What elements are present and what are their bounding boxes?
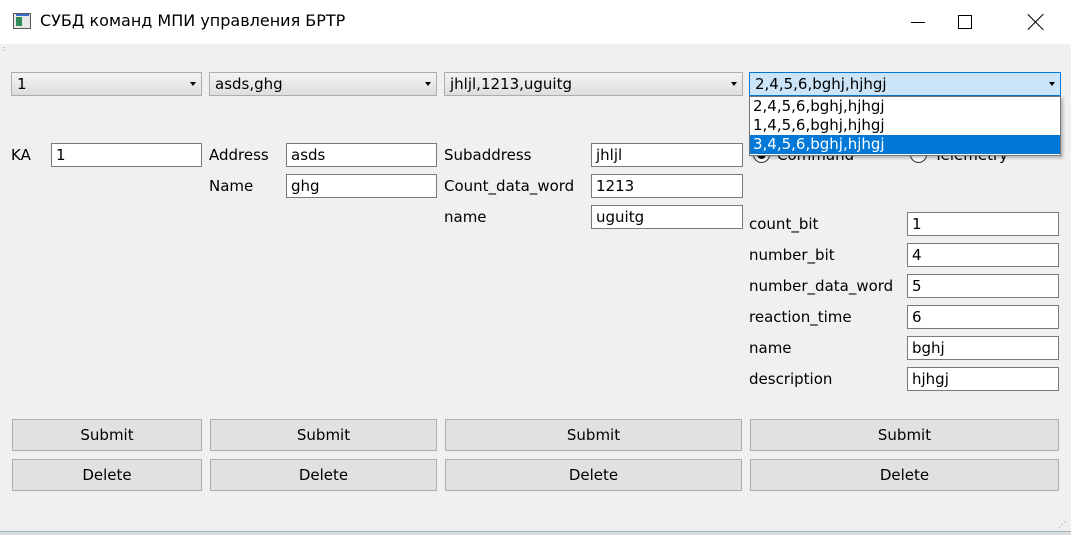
count-data-word-field[interactable]: 1213 [591, 174, 743, 198]
delete-address-button[interactable]: Delete [210, 459, 437, 491]
subaddress-combo-value: jhljl,1213,uguitg [450, 75, 572, 93]
minimize-icon [911, 21, 925, 23]
delete-ka-button[interactable]: Delete [12, 459, 202, 491]
number-data-word-label: number_data_word [749, 277, 894, 295]
chevron-down-icon [1049, 82, 1055, 86]
chevron-down-icon [425, 82, 431, 86]
address-label: Address [209, 146, 269, 164]
name-field[interactable]: ghg [286, 174, 437, 198]
address-field[interactable]: asds [286, 143, 437, 167]
subaddress-combo[interactable]: jhljl,1213,uguitg [444, 72, 743, 96]
submit-command-button[interactable]: Submit [750, 419, 1059, 451]
number-data-word-field[interactable]: 5 [907, 274, 1059, 298]
subaddress-name-field[interactable]: uguitg [591, 205, 743, 229]
submit-address-button[interactable]: Submit [210, 419, 437, 451]
dropdown-option-highlighted[interactable]: 3,4,5,6,bghj,hjhgj [750, 135, 1060, 154]
delete-subaddress-button[interactable]: Delete [445, 459, 742, 491]
status-bar [0, 531, 1071, 535]
command-name-field[interactable]: bghj [907, 336, 1059, 360]
subaddress-field[interactable]: jhljl [591, 143, 743, 167]
chevron-down-icon [190, 82, 196, 86]
subaddress-label: Subaddress [444, 146, 532, 164]
command-name-label: name [749, 339, 792, 357]
address-combo[interactable]: asds,ghg [209, 72, 437, 96]
resize-grip-icon[interactable]: ⋰ [1058, 521, 1068, 531]
close-button[interactable] [1013, 0, 1059, 44]
maximize-icon [958, 15, 972, 29]
address-combo-value: asds,ghg [215, 75, 283, 93]
count-data-word-label: Count_data_word [444, 177, 575, 195]
ka-field[interactable]: 1 [51, 143, 202, 167]
reaction-time-label: reaction_time [749, 308, 852, 326]
close-icon [1027, 13, 1045, 31]
subaddress-name-label: name [444, 208, 487, 226]
ka-combo-value: 1 [17, 75, 27, 93]
number-bit-field[interactable]: 4 [907, 243, 1059, 267]
delete-command-button[interactable]: Delete [750, 459, 1059, 491]
reaction-time-field[interactable]: 6 [907, 305, 1059, 329]
dropdown-option[interactable]: 1,4,5,6,bghj,hjhgj [750, 116, 1060, 135]
command-combo[interactable]: 2,4,5,6,bghj,hjhgj [749, 72, 1061, 96]
dropdown-option[interactable]: 2,4,5,6,bghj,hjhgj [750, 97, 1060, 116]
command-combo-value: 2,4,5,6,bghj,hjhgj [755, 75, 887, 93]
number-bit-label: number_bit [749, 246, 835, 264]
count-bit-label: count_bit [749, 215, 819, 233]
window-title: СУБД команд МПИ управления БРТР [40, 11, 346, 30]
count-bit-field[interactable]: 1 [907, 212, 1059, 236]
name-label: Name [209, 177, 254, 195]
toolbar-grip-icon: : [3, 44, 6, 53]
ka-combo[interactable]: 1 [11, 72, 202, 96]
submit-ka-button[interactable]: Submit [12, 419, 202, 451]
app-icon [13, 13, 31, 29]
maximize-button[interactable] [942, 0, 988, 44]
command-combo-dropdown: 2,4,5,6,bghj,hjhgj 1,4,5,6,bghj,hjhgj 3,… [749, 96, 1061, 156]
ka-label: KA [11, 146, 31, 164]
chevron-down-icon [731, 82, 737, 86]
minimize-button[interactable] [895, 0, 941, 44]
description-label: description [749, 370, 833, 388]
submit-subaddress-button[interactable]: Submit [445, 419, 742, 451]
description-field[interactable]: hjhgj [907, 367, 1059, 391]
